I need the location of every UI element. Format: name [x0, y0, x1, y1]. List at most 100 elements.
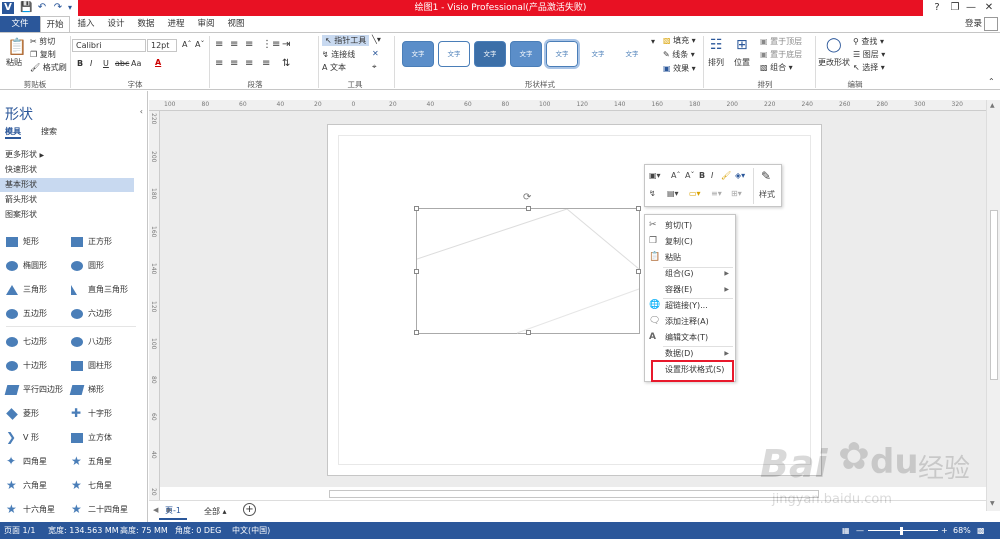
style-icon[interactable]: ✎	[761, 169, 771, 183]
pan-zoom-icon[interactable]: ▩	[977, 522, 985, 539]
resize-handle[interactable]	[636, 206, 641, 211]
nav-more-shapes[interactable]: 更多形状 ▶	[0, 148, 134, 162]
bring-to-front-button[interactable]: ▣ 置于顶层	[760, 36, 802, 47]
minimize-icon[interactable]: —	[962, 0, 980, 16]
shape-item-heptagon[interactable]: 七边形	[6, 334, 47, 350]
rotate-handle-icon[interactable]: ⟳	[523, 192, 531, 203]
text-direction-icon[interactable]: ⇅	[282, 58, 290, 69]
undo-icon[interactable]: ↶	[36, 2, 48, 14]
zoom-level[interactable]: 68%	[953, 522, 971, 539]
arrange-button[interactable]: 排列	[708, 57, 724, 68]
font-name-field[interactable]: Calibri	[72, 39, 146, 52]
resize-handle[interactable]	[636, 269, 641, 274]
shape-item-diamond[interactable]: 菱形	[6, 406, 39, 422]
grow-font-icon[interactable]: Aˆ	[182, 40, 191, 49]
menu-copy[interactable]: ❐ 复制(C)	[645, 234, 735, 249]
align-top-icon[interactable]: ≡	[215, 39, 223, 50]
align-center-icon[interactable]: ≡	[230, 58, 238, 69]
indent-icon[interactable]: ⇥	[282, 39, 290, 50]
shrink-font-icon[interactable]: Aˇ	[685, 171, 694, 180]
effect-button[interactable]: ▣ 效果 ▾	[663, 63, 696, 74]
collapse-ribbon-icon[interactable]: ⌃	[988, 77, 995, 86]
shape-item-decagon[interactable]: 十边形	[6, 358, 47, 374]
fill-color-icon[interactable]: ◈▾	[735, 171, 745, 180]
shape-item-trapezoid[interactable]: 梯形	[69, 382, 104, 398]
shape-style-5[interactable]: 文字	[544, 39, 580, 69]
shape-item-star4[interactable]: ✦ 四角星	[6, 454, 47, 470]
shape-item-star16[interactable]: ★ 十六角星	[6, 502, 55, 518]
tab-design[interactable]: 设计	[102, 16, 130, 32]
paste-button[interactable]: 粘贴	[6, 57, 22, 68]
nav-basic-shapes[interactable]: 基本形状	[0, 178, 134, 192]
tab-file[interactable]: 文件	[0, 16, 40, 32]
shape-item-triangle[interactable]: 三角形	[6, 282, 47, 298]
strikethrough-button[interactable]: abc	[115, 59, 129, 68]
change-shape-button[interactable]: 更改形状	[818, 57, 850, 68]
position-button[interactable]: 位置	[734, 57, 750, 68]
format-painter-icon[interactable]: 🖌	[721, 171, 731, 180]
arrange-icon[interactable]: ☷	[710, 37, 723, 53]
align-bottom-icon[interactable]: ≡	[245, 39, 253, 50]
menu-edit-text[interactable]: A 编辑文本(T)	[645, 330, 735, 345]
tab-data[interactable]: 数据	[132, 16, 160, 32]
position-icon[interactable]: ⊞	[736, 37, 748, 53]
zoom-slider[interactable]	[868, 530, 938, 531]
tab-search[interactable]: 搜索	[41, 126, 57, 137]
resize-handle[interactable]	[414, 269, 419, 274]
collapse-panel-icon[interactable]: ‹	[140, 107, 143, 116]
shape-style-7[interactable]: 文字	[616, 41, 648, 67]
nav-arrow-shapes[interactable]: 箭头形状	[0, 193, 134, 207]
status-page[interactable]: 页面 1/1	[4, 522, 35, 539]
style-gallery-more-icon[interactable]: ▾	[651, 37, 655, 46]
line-tool-icon[interactable]: ╲▾	[372, 35, 381, 44]
shape-style-4[interactable]: 文字	[510, 41, 542, 67]
page-tab-1[interactable]: 页-1	[159, 503, 187, 520]
shape-item-star7[interactable]: ★ 七角星	[71, 478, 112, 494]
shrink-font-icon[interactable]: Aˇ	[195, 40, 204, 49]
shape-item-cross[interactable]: ✚ 十字形	[71, 406, 112, 422]
menu-group[interactable]: 组合(G) ▶	[645, 266, 735, 281]
scroll-down-icon[interactable]: ▼	[990, 500, 995, 507]
menu-hyperlink[interactable]: 🌐 超链接(Y)...	[645, 298, 735, 313]
shape-item-parallelogram[interactable]: 平行四边形	[4, 382, 63, 398]
shape-item-star5[interactable]: ★ 五角星	[71, 454, 112, 470]
bold-button[interactable]: B	[77, 59, 83, 68]
position-icon[interactable]: ⊞▾	[731, 189, 742, 198]
close-icon[interactable]: ✕	[980, 0, 998, 16]
connector-icon[interactable]: ↯	[649, 189, 656, 198]
text-box-icon[interactable]: ▤▾	[667, 189, 679, 198]
font-color-button[interactable]: A	[155, 58, 161, 67]
grow-font-icon[interactable]: Aˆ	[671, 171, 680, 180]
cut-button[interactable]: ✂ 剪切	[30, 36, 55, 47]
find-button[interactable]: ⚲ 查找 ▾	[853, 36, 884, 47]
zoom-out-icon[interactable]: —	[856, 522, 864, 539]
shape-style-2[interactable]: 文字	[438, 41, 470, 67]
redo-icon[interactable]: ↷	[52, 2, 64, 14]
save-icon[interactable]: 💾	[20, 2, 32, 14]
align-middle-icon[interactable]: ≡	[230, 39, 238, 50]
shape-item-pentagon[interactable]: 五边形	[6, 306, 47, 322]
shape-item-square[interactable]: 正方形	[71, 234, 112, 250]
all-pages-dropdown[interactable]: 全部 ▴	[204, 506, 227, 517]
underline-button[interactable]: U	[103, 59, 109, 68]
scroll-up-icon[interactable]: ▲	[990, 102, 995, 109]
shape-item-star6[interactable]: ★ 六角星	[6, 478, 47, 494]
style-button[interactable]: 样式	[759, 189, 775, 200]
login-link[interactable]: 登录	[965, 16, 982, 32]
line-button[interactable]: ✎ 线条 ▾	[663, 49, 695, 60]
shape-item-chevron[interactable]: ❯ V 形	[6, 430, 39, 446]
nav-pattern-shapes[interactable]: 图案形状	[0, 208, 134, 222]
menu-add-comment[interactable]: 🗨 添加注释(A)	[645, 314, 735, 329]
close-connection-icon[interactable]: ✕	[372, 49, 379, 58]
shape-item-circle[interactable]: 圆形	[71, 258, 104, 274]
horizontal-scroll-thumb[interactable]	[329, 490, 819, 498]
resize-handle[interactable]	[526, 206, 531, 211]
menu-data[interactable]: 数据(D) ▶	[645, 346, 735, 361]
shape-item-ellipse[interactable]: 椭圆形	[6, 258, 47, 274]
shape-style-3[interactable]: 文字	[474, 41, 506, 67]
status-language[interactable]: 中文(中国)	[232, 522, 270, 539]
menu-cut[interactable]: ✂ 剪切(T)	[645, 218, 735, 233]
user-avatar[interactable]	[984, 17, 998, 31]
zoom-slider-thumb[interactable]	[900, 527, 903, 535]
copy-button[interactable]: ❐ 复制	[30, 49, 56, 60]
